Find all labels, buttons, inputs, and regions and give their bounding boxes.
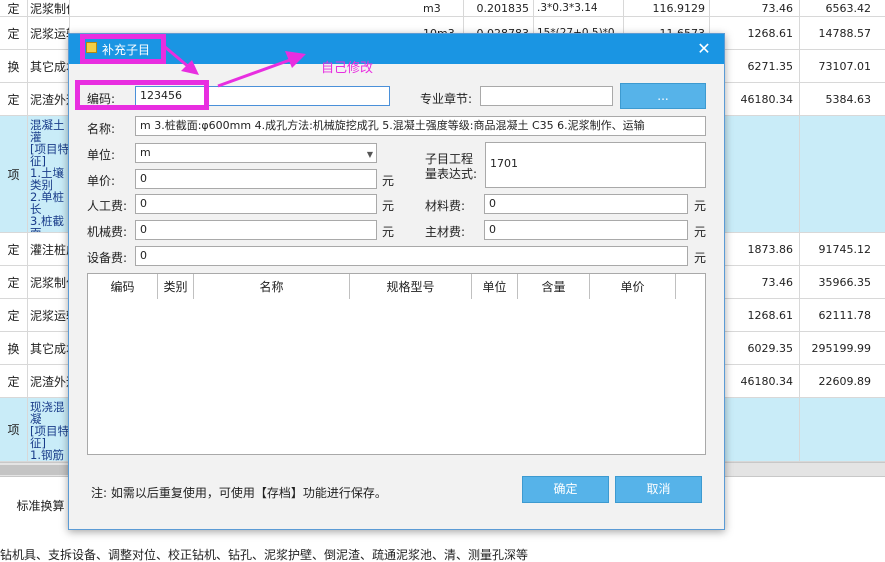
expr-label-line1: 子目工程 <box>425 152 474 166</box>
row-name-line: [项目特征] <box>30 424 69 450</box>
row-type-cell: 换 <box>0 332 28 364</box>
grid-header: 编码 类别 名称 规格型号 单位 含量 单价 <box>88 274 676 299</box>
row-name-cell: 泥浆运输5km内 <box>28 17 70 49</box>
price-label: 单价: <box>87 174 116 188</box>
row-unit-price-cell: 73.46 <box>710 0 800 16</box>
grid-col-spec[interactable]: 规格型号 <box>350 274 472 299</box>
annotation-box-code <box>75 80 209 110</box>
row-type-cell: 项 <box>0 398 28 461</box>
price-unit: 元 <box>382 174 395 188</box>
tab-standard-conversion[interactable]: 标准换算 <box>12 487 70 523</box>
row-total-cell: 73107.01 <box>818 59 872 73</box>
row-expr-line: .3*0.3*3.14 <box>537 1 598 14</box>
material-label: 材料费: <box>425 199 466 213</box>
equipment-input[interactable]: 0 <box>135 246 688 266</box>
save-note: 注: 如需以后重复使用，可使用【存档】功能进行保存。 <box>91 486 387 500</box>
grid-col-content[interactable]: 含量 <box>518 274 590 299</box>
row-name-cell: 泥浆制作 <box>28 266 70 298</box>
row-type-cell: 项 <box>0 116 28 232</box>
grid-col-name[interactable]: 名称 <box>194 274 350 299</box>
main-material-unit: 元 <box>694 225 707 239</box>
name-label: 名称: <box>87 122 116 136</box>
row-unit-cell: m3 <box>420 0 464 16</box>
row-type-cell: 定 <box>0 266 28 298</box>
row-name-cell: 灌注桩成孔 <box>28 233 70 265</box>
expr-textarea[interactable]: 1701 <box>485 142 706 188</box>
row-total-cell: 22609.89 <box>818 374 872 388</box>
row-total-cell: 91745.12 <box>818 242 872 256</box>
row-name-cell: 其它成本 <box>28 50 70 82</box>
row-type-cell: 定 <box>0 83 28 115</box>
machine-label: 机械费: <box>87 225 128 239</box>
close-icon[interactable]: ✕ <box>694 39 714 59</box>
row-name-line: 现浇混凝 <box>30 400 65 426</box>
equipment-label: 设备费: <box>87 251 128 265</box>
grid-col-unit[interactable]: 单位 <box>472 274 518 299</box>
grid-col-price[interactable]: 单价 <box>590 274 676 299</box>
row-name-cell: 其它成本 <box>28 332 70 364</box>
row-expr-cell: .3*0.3*3.14 <box>534 0 624 16</box>
row-total-cell <box>800 398 885 461</box>
row-name-cell: 泥渣外运 <box>28 83 70 115</box>
scrollbar-thumb[interactable] <box>0 465 70 475</box>
material-unit: 元 <box>694 199 707 213</box>
row-name-line: 1.钢筋种 <box>30 448 64 461</box>
row-type-cell: 定 <box>0 17 28 49</box>
chapter-label: 专业章节: <box>420 92 473 106</box>
expr-label: 子目工程 量表达式: <box>425 152 477 182</box>
main-material-input[interactable]: 0 <box>484 220 688 240</box>
expr-label-line2: 量表达式: <box>425 167 478 181</box>
row-price-cell: 116.9129 <box>624 0 710 16</box>
row-name-cell: 混凝土灌[项目特征]1.土壤类别2.单桩长3.桩截面4.成孔方法5.混凝土6.泥… <box>28 116 70 232</box>
row-total-cell: 35966.35 <box>818 275 872 289</box>
row-type-cell: 定 <box>0 0 28 16</box>
row-total-cell: 295199.99 <box>811 341 872 355</box>
row-name-cell: 泥浆运输 <box>28 299 70 331</box>
cancel-button[interactable]: 取消 <box>615 476 702 503</box>
row-name-cell: 泥浆制作普通 <box>28 0 70 16</box>
chevron-down-icon[interactable]: ▼ <box>367 148 373 162</box>
browse-chapter-button[interactable]: ... <box>620 83 706 109</box>
ok-button[interactable]: 确定 <box>522 476 609 503</box>
price-input[interactable]: 0 <box>135 169 377 189</box>
row-qty-cell: 0.201835 <box>464 0 534 16</box>
table-row[interactable]: 定泥浆制作普通 m30.201835.3*0.3*3.14 116.912973.4… <box>0 0 885 17</box>
row-total-cell: 6563.42 <box>825 1 872 15</box>
unit-select[interactable]: m ▼ <box>135 143 377 163</box>
unit-label: 单位: <box>87 148 116 162</box>
machine-input[interactable]: 0 <box>135 220 377 240</box>
grid-col-code[interactable]: 编码 <box>88 274 158 299</box>
row-name-cell: 泥渣外运 <box>28 365 70 397</box>
material-input[interactable]: 0 <box>484 194 688 214</box>
row-type-cell: 定 <box>0 299 28 331</box>
main-material-label: 主材费: <box>425 225 466 239</box>
equipment-unit: 元 <box>694 251 707 265</box>
row-name-line: 2.单桩长 <box>30 190 64 216</box>
chapter-input[interactable] <box>480 86 613 106</box>
row-name-cell: 现浇混凝[项目特征]1.钢筋种2.钢筋规 <box>28 398 70 461</box>
row-type-cell: 换 <box>0 50 28 82</box>
grid-col-category[interactable]: 类别 <box>158 274 194 299</box>
unit-select-value: m <box>140 146 151 159</box>
labor-input[interactable]: 0 <box>135 194 377 214</box>
row-name-line: 混凝土灌 <box>30 118 65 144</box>
row-type-cell: 定 <box>0 233 28 265</box>
work-content-text: 钻机具、支拆设备、调整对位、校正钻机、钻孔、泥浆护壁、倒泥渣、疏通泥浆池、清、测… <box>0 548 529 562</box>
resource-grid[interactable]: 编码 类别 名称 规格型号 单位 含量 单价 <box>87 273 706 455</box>
row-total-cell: 62111.78 <box>818 308 872 322</box>
row-total-cell: 5384.63 <box>825 92 872 106</box>
annotation-text: 自己修改 <box>321 61 374 76</box>
row-total-cell: 14788.57 <box>818 26 872 40</box>
labor-unit: 元 <box>382 199 395 213</box>
row-name-line: 3.桩截面 <box>30 214 64 232</box>
annotation-box-title <box>80 34 166 64</box>
dialog-titlebar[interactable]: 补充子目 ✕ <box>69 34 724 64</box>
labor-label: 人工费: <box>87 199 128 213</box>
row-name-line: 1.土壤类别 <box>30 166 64 192</box>
row-name-line: [项目特征] <box>30 142 69 168</box>
row-total-cell <box>800 116 885 232</box>
machine-unit: 元 <box>382 225 395 239</box>
name-input[interactable]: m 3.桩截面:φ600mm 4.成孔方法:机械旋挖成孔 5.混凝土强度等级:商… <box>135 116 706 136</box>
row-type-cell: 定 <box>0 365 28 397</box>
